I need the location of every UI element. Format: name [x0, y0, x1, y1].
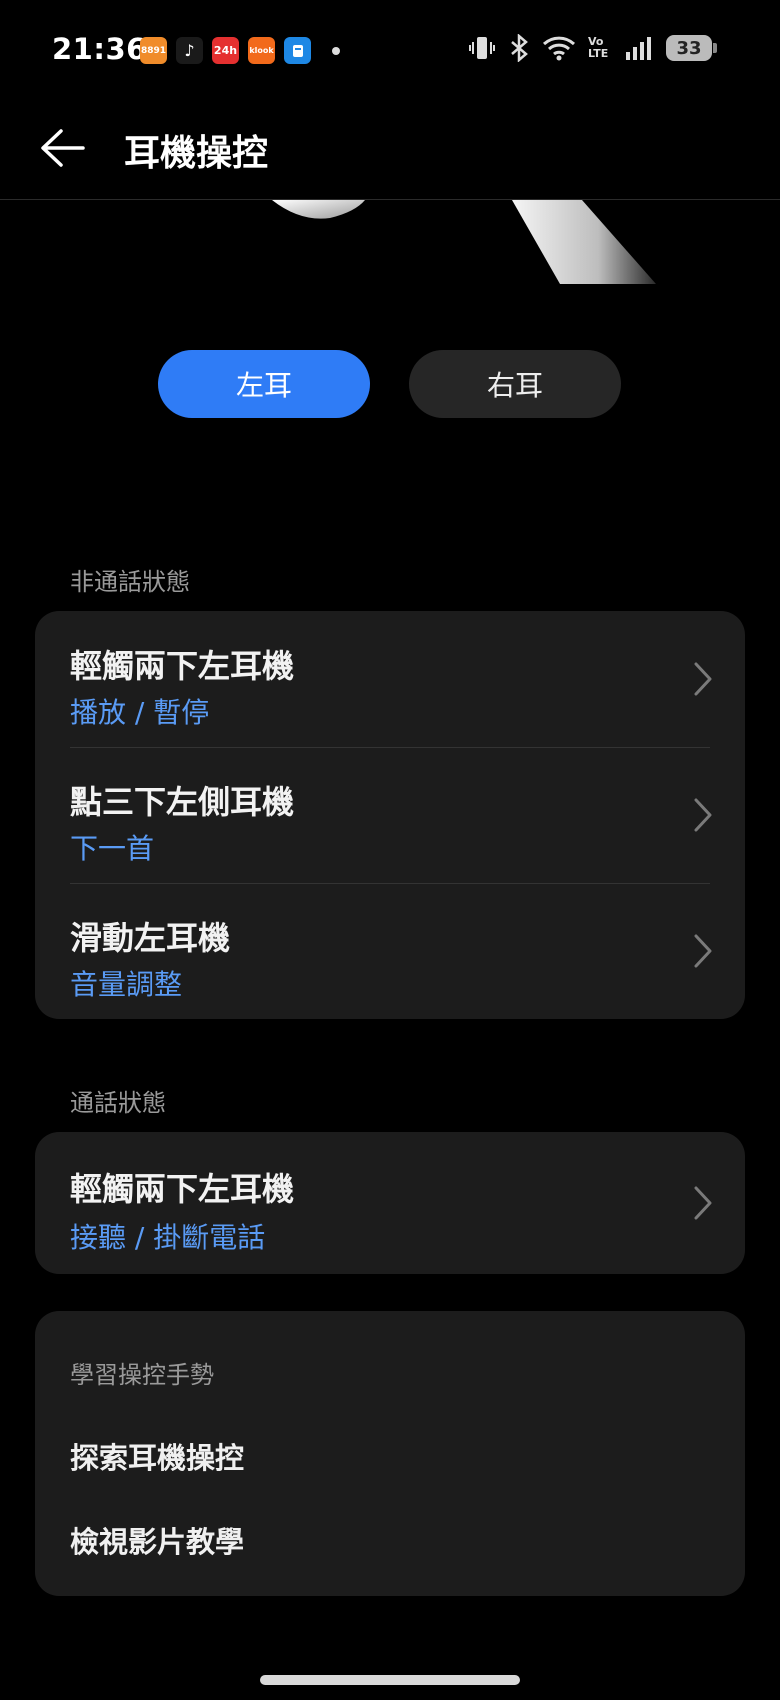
- tiktok-app-icon: ♪: [176, 37, 203, 64]
- chevron-right-icon: [694, 1186, 712, 1220]
- chevron-right-icon: [694, 934, 712, 968]
- gesture-row-double-tap[interactable]: 輕觸兩下左耳機 播放 / 暫停: [35, 611, 745, 747]
- app-icon-blue: [284, 37, 311, 64]
- status-time: 21:36: [52, 32, 147, 66]
- video-tutorial-link[interactable]: 檢視影片教學: [70, 1519, 244, 1561]
- chevron-right-icon: [694, 662, 712, 696]
- screen: 21:36 8891 ♪ 24h klook Vo LTE 33 耳機操控 左耳…: [0, 0, 780, 1700]
- notification-icons: 8891 ♪ 24h klook: [140, 37, 340, 64]
- call-card: 輕觸兩下左耳機 接聽 / 掛斷電話: [35, 1132, 745, 1274]
- battery-icon: 33: [666, 35, 717, 61]
- chevron-right-icon: [694, 798, 712, 832]
- gesture-title: 點三下左側耳機: [70, 783, 295, 821]
- gesture-value: 下一首: [70, 832, 155, 865]
- learn-gestures-header: 學習操控手勢: [70, 1361, 214, 1389]
- non-call-card: 輕觸兩下左耳機 播放 / 暫停 點三下左側耳機 下一首 滑動左耳機 音量調整: [35, 611, 745, 1019]
- gesture-row-triple-tap[interactable]: 點三下左側耳機 下一首: [35, 747, 745, 883]
- home-indicator[interactable]: [260, 1675, 520, 1685]
- left-ear-tab[interactable]: 左耳: [158, 350, 370, 418]
- gesture-row-call-double-tap[interactable]: 輕觸兩下左耳機 接聽 / 掛斷電話: [35, 1132, 745, 1274]
- wifi-icon: [542, 36, 576, 61]
- earbud-illustration: [0, 200, 780, 290]
- learn-gestures-card: 學習操控手勢 探索耳機操控 檢視影片教學: [35, 1311, 745, 1596]
- right-ear-tab[interactable]: 右耳: [409, 350, 621, 418]
- 24h-app-icon: 24h: [212, 37, 239, 64]
- 8891-app-icon: 8891: [140, 37, 167, 64]
- gesture-row-swipe[interactable]: 滑動左耳機 音量調整: [35, 883, 745, 1019]
- app-bar: 耳機操控: [0, 100, 780, 200]
- gesture-value: 音量調整: [70, 968, 183, 1001]
- gesture-title: 輕觸兩下左耳機: [70, 647, 295, 685]
- gesture-value: 接聽 / 掛斷電話: [70, 1221, 266, 1254]
- klook-app-icon: klook: [248, 37, 275, 64]
- gesture-value: 播放 / 暫停: [70, 696, 210, 729]
- more-notifications-dot: [332, 46, 340, 55]
- volte-icon: Vo LTE: [588, 35, 609, 60]
- call-section-label: 通話狀態: [70, 1089, 166, 1117]
- vibrate-icon: [469, 37, 495, 59]
- explore-controls-link[interactable]: 探索耳機操控: [70, 1435, 244, 1477]
- gesture-title: 輕觸兩下左耳機: [70, 1170, 295, 1208]
- status-bar: 21:36 8891 ♪ 24h klook Vo LTE 33: [0, 0, 780, 100]
- back-arrow-icon: [41, 129, 85, 167]
- back-button[interactable]: [34, 120, 90, 176]
- non-call-section-label: 非通話狀態: [70, 568, 190, 596]
- gesture-title: 滑動左耳機: [70, 919, 231, 957]
- system-icons: Vo LTE 33: [468, 34, 717, 62]
- bluetooth-icon: [511, 34, 528, 62]
- signal-icon: [626, 37, 651, 60]
- page-title: 耳機操控: [124, 133, 269, 174]
